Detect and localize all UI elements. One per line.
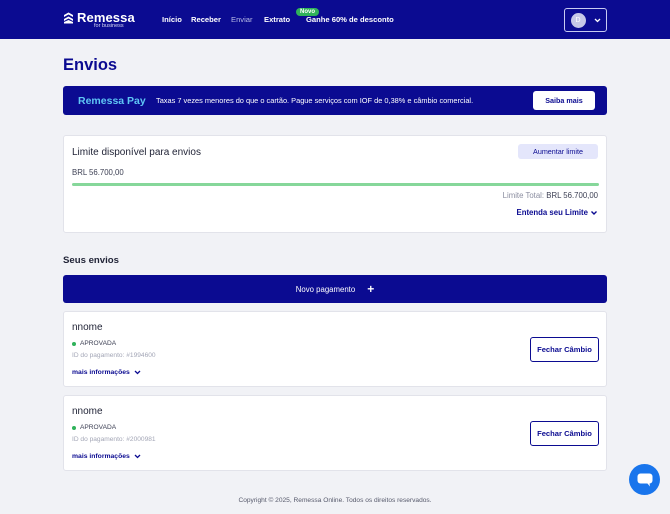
chat-icon: [637, 473, 652, 486]
limit-total: Limite Total: BRL 56.700,00: [503, 191, 598, 200]
payment-id: ID do pagamento: #2000981: [72, 436, 156, 443]
nav-receber[interactable]: Receber: [191, 15, 221, 24]
user-menu-button[interactable]: D: [564, 8, 607, 32]
logo-subtitle: for business: [94, 23, 124, 29]
limit-total-value: BRL 56.700,00: [546, 191, 598, 200]
payment-card: nnome APROVADA ID do pagamento: #1994600…: [63, 311, 607, 387]
chat-button[interactable]: [629, 464, 660, 495]
payment-name: nnome: [72, 322, 103, 333]
payment-status-text: APROVADA: [80, 424, 117, 431]
nav-desconto[interactable]: Ganhe 60% de desconto: [306, 15, 394, 24]
page-title: Envios: [63, 56, 118, 74]
mais-informacoes-label: mais informações: [72, 453, 130, 460]
limit-title: Limite disponível para envios: [72, 147, 201, 158]
status-dot-icon: [72, 341, 76, 346]
nav-inicio[interactable]: Início: [162, 15, 182, 24]
payment-status: APROVADA: [72, 424, 116, 431]
remessa-pay-banner: Remessa Pay Taxas 7 vezes menores do que…: [63, 86, 607, 115]
avatar: D: [570, 12, 586, 28]
chevron-down-icon: [594, 18, 600, 22]
novo-pagamento-label: Novo pagamento: [295, 284, 356, 294]
limit-progress-bar: [72, 183, 599, 186]
mais-informacoes-link[interactable]: mais informações: [72, 369, 141, 376]
payment-status-text: APROVADA: [80, 340, 117, 347]
footer-copyright: Copyright © 2025, Remessa Online. Todos …: [238, 497, 432, 504]
top-navigation-bar: Remessa for business Início Receber Envi…: [0, 0, 670, 39]
limit-value: BRL 56.700,00: [72, 168, 124, 177]
limit-card: Limite disponível para envios Aumentar l…: [63, 135, 607, 233]
saiba-mais-button[interactable]: Saiba mais: [533, 91, 595, 110]
limit-total-label: Limite Total:: [502, 191, 545, 200]
chevron-down-icon: [134, 370, 141, 375]
mais-informacoes-link[interactable]: mais informações: [72, 453, 141, 460]
plus-icon: +: [367, 282, 375, 296]
payment-status: APROVADA: [72, 340, 116, 347]
fechar-cambio-button[interactable]: Fechar Câmbio: [530, 337, 599, 362]
remessa-logo-icon: [64, 12, 73, 23]
status-dot-icon: [72, 425, 76, 430]
promo-text: Taxas 7 vezes menores do que o cartão. P…: [156, 96, 474, 105]
chevron-down-icon: [134, 454, 141, 459]
payment-card: nnome APROVADA ID do pagamento: #2000981…: [63, 395, 607, 471]
section-title: Seus envios: [63, 255, 119, 266]
nav-extrato[interactable]: Extrato: [264, 15, 290, 24]
novo-pagamento-button[interactable]: Novo pagamento +: [63, 275, 607, 303]
new-badge: Novo: [296, 8, 319, 16]
payment-id: ID do pagamento: #1994600: [72, 352, 156, 359]
chevron-down-icon[interactable]: [590, 209, 598, 217]
entenda-limite-link[interactable]: Entenda seu Limite: [517, 208, 589, 217]
mais-informacoes-label: mais informações: [72, 369, 130, 376]
payment-name: nnome: [72, 406, 103, 417]
promo-brand: Remessa Pay: [78, 95, 146, 107]
aumentar-limite-button[interactable]: Aumentar limite: [518, 144, 598, 159]
fechar-cambio-button[interactable]: Fechar Câmbio: [530, 421, 599, 446]
limit-progress-fill: [72, 183, 599, 186]
nav-enviar[interactable]: Enviar: [231, 15, 253, 24]
